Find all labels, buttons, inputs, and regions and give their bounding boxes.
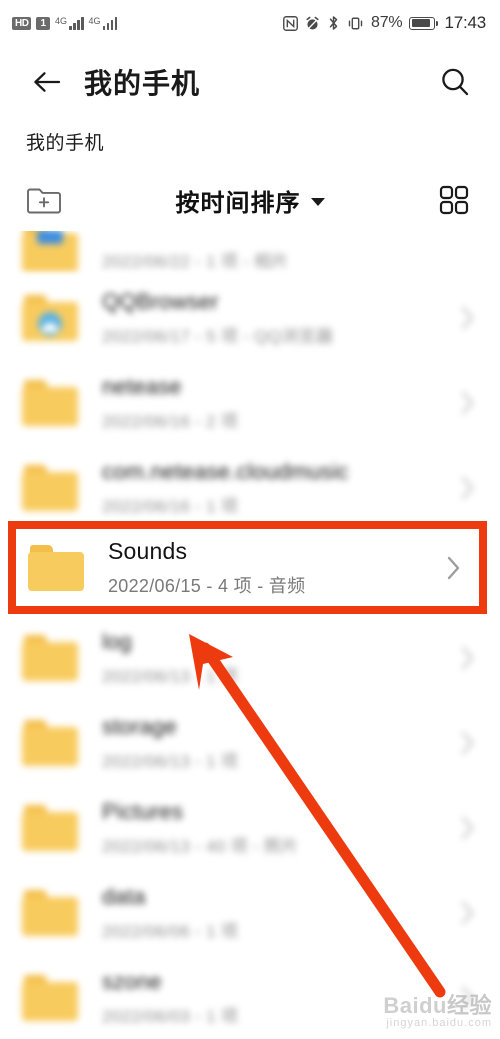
list-item-sounds-highlighted[interactable]: Sounds 2022/06/15 - 4 项 - 音频 (8, 521, 487, 614)
network-gen-label-1: 4G (55, 15, 68, 26)
list-item[interactable]: storage 2022/06/13 - 1 项 (0, 700, 500, 785)
folder-icon (22, 379, 78, 426)
list-item-meta: 2022/06/06 - 1 项 (102, 921, 239, 941)
sort-dropdown[interactable]: 按时间排序 (176, 183, 325, 218)
list-item[interactable]: data 2022/06/06 - 1 项 (0, 870, 500, 955)
folder-icon (22, 974, 78, 1021)
folder-icon (22, 719, 78, 766)
battery-percent-label: 87% (371, 14, 403, 31)
sim-slot-icon: 1 (36, 16, 51, 30)
list-item-meta: 2022/06/15 - 4 项 - 音频 (108, 575, 306, 596)
list-item-name: log (102, 628, 132, 654)
list-item-meta: 2022/06/13 - 40 项 - 照片 (102, 836, 299, 856)
file-list[interactable]: 2022/06/22 - 1 项 - 相片 QQBrowser 2022/06/… (0, 231, 500, 1039)
chevron-down-icon (310, 198, 325, 206)
chevron-right-icon (460, 815, 476, 841)
folder-blue-circle-icon (22, 294, 78, 341)
status-bar-right: 87% 17:43 (283, 13, 486, 33)
list-item[interactable]: QQBrowser 2022/06/17 - 5 项 - QQ浏览器 (0, 275, 500, 360)
chevron-right-icon (445, 554, 463, 582)
list-item[interactable]: szone 2022/06/03 - 1 项 (0, 955, 500, 1039)
vibrate-icon (347, 16, 364, 31)
back-arrow-icon (34, 72, 61, 92)
page-title: 我的手机 (84, 68, 201, 99)
new-folder-button[interactable] (22, 180, 66, 220)
chevron-right-icon (460, 475, 476, 501)
list-item-meta: 2022/06/16 - 2 项 (102, 411, 239, 431)
list-item[interactable]: com.netease.cloudmusic 2022/06/16 - 1 项 (0, 445, 500, 530)
list-item[interactable]: netease 2022/06/16 - 2 项 (0, 360, 500, 445)
folder-icon (22, 889, 78, 936)
bluetooth-icon (327, 15, 340, 31)
folder-icon (22, 634, 78, 681)
folder-icon (22, 804, 78, 851)
alarm-muted-icon (305, 16, 320, 31)
grid-view-button[interactable] (434, 180, 474, 220)
chevron-right-icon (460, 985, 476, 1011)
folder-icon (22, 464, 78, 511)
signal-strength-1-icon: 4G (55, 15, 84, 30)
list-item[interactable]: 2022/06/22 - 1 项 - 相片 (0, 231, 500, 275)
list-item-meta: 2022/06/03 - 1 项 (102, 1006, 239, 1026)
hd-icon: HD (12, 16, 32, 30)
chevron-right-icon (460, 730, 476, 756)
back-button[interactable] (30, 65, 64, 99)
list-item-name: szone (102, 968, 162, 994)
toolbar: 按时间排序 (0, 169, 500, 231)
breadcrumb[interactable]: 我的手机 (0, 118, 500, 169)
nfc-icon (283, 15, 298, 31)
grid-view-icon (439, 185, 469, 215)
chevron-right-icon (460, 305, 476, 331)
list-item-name: storage (102, 713, 177, 739)
chevron-right-icon (460, 900, 476, 926)
battery-icon (409, 16, 439, 30)
phone-screen: HD 1 4G 4G 87% 17:43 我的手机 我的手机 按时间排序 202… (0, 0, 500, 1039)
chevron-right-icon (460, 390, 476, 416)
list-item-meta: 2022/06/13 - 1 项 (102, 666, 239, 686)
list-item-name: QQBrowser (102, 288, 219, 314)
folder-blue-badge-icon (22, 231, 78, 272)
new-folder-icon (27, 188, 61, 214)
search-button[interactable] (436, 63, 474, 101)
status-bar-left: HD 1 4G 4G (12, 15, 118, 30)
list-item-name: netease (102, 373, 182, 399)
status-bar: HD 1 4G 4G 87% 17:43 (0, 0, 500, 46)
chevron-right-icon (460, 645, 476, 671)
list-item-meta: 2022/06/16 - 1 项 (102, 496, 239, 516)
sort-control-wrapper: 按时间排序 (0, 183, 500, 218)
network-gen-label-2: 4G (88, 15, 101, 26)
sort-label: 按时间排序 (175, 189, 301, 217)
folder-icon (28, 544, 84, 591)
list-item-name: Sounds (108, 537, 188, 564)
list-item-name: Pictures (102, 798, 184, 824)
list-item[interactable]: log 2022/06/13 - 1 项 (0, 615, 500, 700)
list-item-name: com.netease.cloudmusic (102, 458, 349, 484)
app-bar: 我的手机 (0, 46, 500, 118)
list-item-meta: 2022/06/13 - 1 项 (102, 751, 239, 771)
search-icon (442, 68, 469, 96)
list-item-meta: 2022/06/17 - 5 项 - QQ浏览器 (102, 326, 334, 346)
list-item-meta: 2022/06/22 - 1 项 - 相片 (102, 252, 289, 271)
clock-label: 17:43 (444, 13, 486, 32)
list-item[interactable]: Pictures 2022/06/13 - 40 项 - 照片 (0, 785, 500, 870)
list-item-name: data (102, 883, 146, 909)
signal-strength-2-icon: 4G (88, 15, 118, 30)
